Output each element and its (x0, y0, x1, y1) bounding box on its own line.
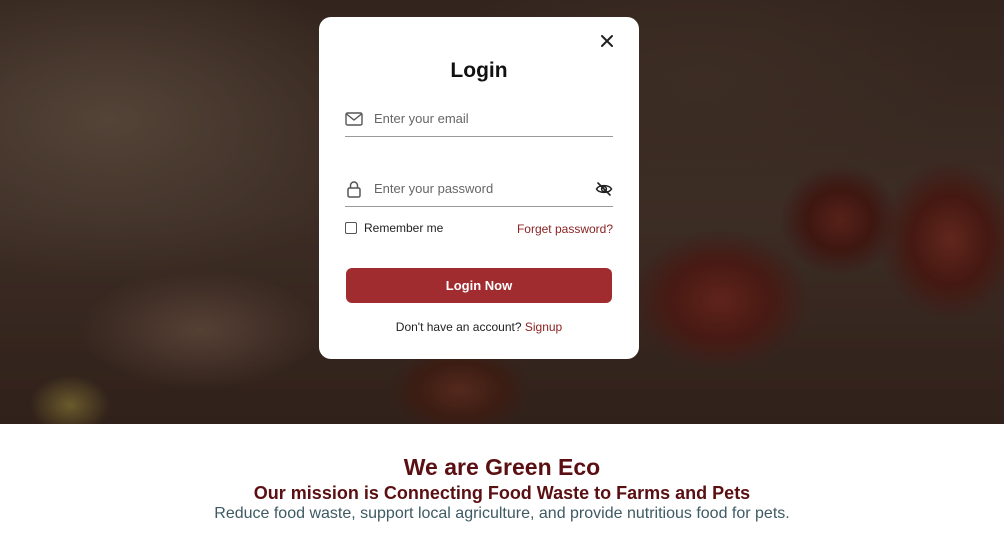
about-heading: We are Green Eco (403, 454, 601, 480)
eye-off-icon (595, 182, 613, 196)
lock-icon (345, 180, 363, 198)
email-field (345, 101, 613, 137)
signup-prompt: Don't have an account? (395, 320, 522, 334)
modal-title: Login (450, 59, 508, 82)
login-modal: Login Enter your email Remember me Forge… (319, 17, 639, 359)
password-field (345, 171, 613, 207)
forgot-password-link[interactable]: Forget password? (517, 222, 613, 236)
remember-me-label[interactable]: Remember me (364, 221, 443, 235)
password-visibility-toggle[interactable] (595, 180, 613, 198)
signup-row: Don't have an account? Signup (319, 320, 639, 334)
envelope-icon (345, 110, 363, 128)
remember-me: Remember me (345, 221, 443, 235)
mission-statement: Our mission is Connecting Food Waste to … (253, 483, 751, 503)
password-input[interactable] (374, 176, 584, 201)
close-icon (601, 35, 613, 47)
remember-me-checkbox[interactable] (345, 222, 357, 234)
login-button[interactable]: Login Now (346, 268, 612, 303)
about-section: We are Green Eco Our mission is Connecti… (0, 454, 1004, 524)
signup-link[interactable]: Signup (525, 320, 562, 334)
close-button[interactable] (597, 31, 617, 51)
about-description: Reduce food waste, support local agricul… (214, 505, 790, 522)
email-input[interactable] (374, 106, 584, 131)
